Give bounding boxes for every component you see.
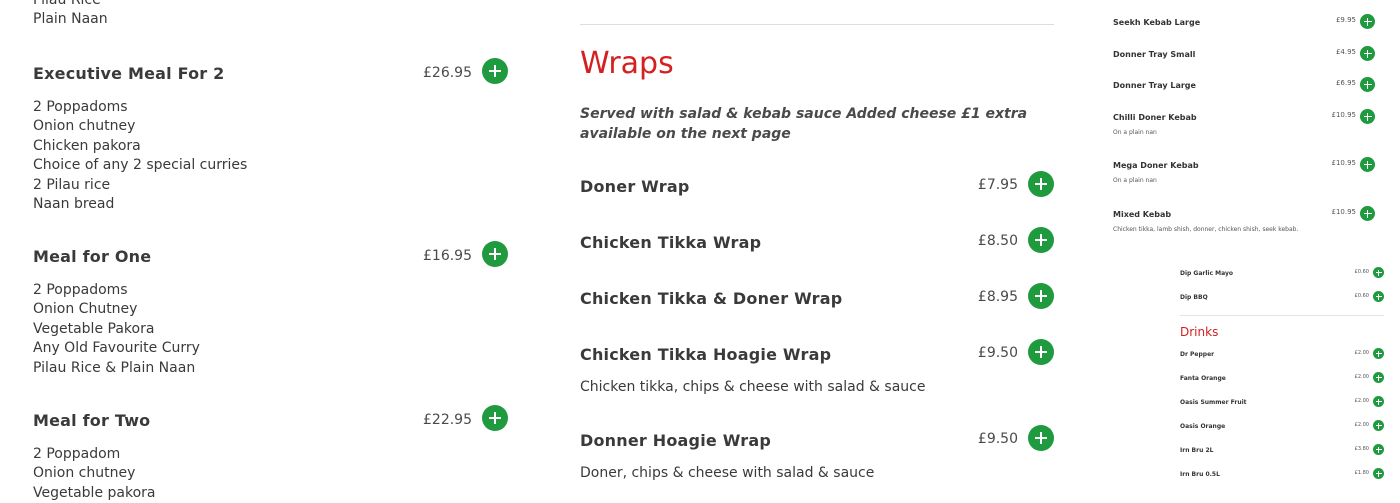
- description-line: Pilau Rice & Plain Naan: [33, 359, 196, 376]
- menu-item-title: Dip BBQ: [1180, 294, 1208, 301]
- menu-item-price: £0.60: [1354, 269, 1369, 275]
- menu-item-description: Chicken tikka, chips & cheese with salad…: [580, 379, 926, 395]
- menu-item-title: Chicken Tikka & Doner Wrap: [580, 289, 843, 308]
- drinks-preview-panel: Dip Garlic Mayo £0.60 Dip BBQ £0.60 Drin…: [1180, 0, 1384, 500]
- menu-item-title: Dr Pepper: [1180, 351, 1215, 358]
- menu-item-price: £8.50: [977, 233, 1018, 249]
- previous-item-line: Pilau Rice: [33, 0, 101, 8]
- add-to-basket-button[interactable]: [1028, 425, 1054, 451]
- menu-item-price: £2.00: [1354, 398, 1369, 404]
- menu-item-price: £26.95: [423, 65, 472, 81]
- menu-item-title: Irn Bru 0.5L: [1180, 471, 1220, 478]
- description-line: Onion chutney: [33, 118, 136, 135]
- menu-item-title: Chicken Tikka Hoagie Wrap: [580, 345, 832, 364]
- description-line: 2 Poppadom: [33, 446, 121, 462]
- menu-item-title: Dip Garlic Mayo: [1180, 270, 1233, 277]
- menu-item-description: Doner, chips & cheese with salad & sauce: [580, 465, 875, 481]
- section-title: Drinks: [1180, 325, 1219, 339]
- menu-item-price: £9.50: [977, 345, 1018, 361]
- add-to-basket-button[interactable]: [1028, 283, 1054, 309]
- menu-item-description: 2 Poppadoms Onion chutney Chicken pakora…: [33, 98, 247, 214]
- menu-item-title: Fanta Orange: [1180, 375, 1226, 382]
- menu-item-title: Meal for One: [33, 247, 152, 266]
- menu-item-description: 2 Poppadom Onion chutney Vegetable pakor…: [33, 445, 156, 503]
- add-to-basket-button[interactable]: [1373, 348, 1384, 359]
- menu-item-price: £1.80: [1354, 470, 1369, 476]
- add-to-basket-button[interactable]: [1028, 227, 1054, 253]
- section-description: Served with salad & kebab sauce Added ch…: [580, 106, 1028, 142]
- menu-item-price: £2.00: [1354, 350, 1369, 356]
- menu-item-price: £2.00: [1354, 422, 1369, 428]
- previous-item-line: Plain Naan: [33, 11, 108, 28]
- menu-item-title: Oasis Summer Fruit: [1180, 399, 1247, 406]
- menu-item-title: Oasis Orange: [1180, 423, 1226, 430]
- menu-item-description: On a plain nan: [1113, 177, 1157, 184]
- description-line: Chicken pakora: [33, 137, 141, 154]
- add-to-basket-button[interactable]: [482, 405, 508, 431]
- menu-item-title: Irn Bru 2L: [1180, 447, 1214, 454]
- menu-item-price: £2.00: [1354, 374, 1369, 380]
- add-to-basket-button[interactable]: [1373, 291, 1384, 302]
- menu-item-price: £9.50: [977, 431, 1018, 447]
- menu-item-price: £0.60: [1354, 293, 1369, 299]
- description-line: Onion chutney: [33, 465, 136, 482]
- add-to-basket-button[interactable]: [1028, 339, 1054, 365]
- description-line: 2 Pilau rice: [33, 176, 111, 193]
- menu-item-description: 2 Poppadoms Onion Chutney Vegetable Pako…: [33, 281, 200, 378]
- menu-item-title: Mixed Kebab: [1113, 210, 1172, 219]
- add-to-basket-button[interactable]: [1373, 420, 1384, 431]
- add-to-basket-button[interactable]: [482, 241, 508, 267]
- description-line: 2 Poppadoms: [33, 99, 128, 115]
- wraps-section: Wraps Served with salad & kebab sauce Ad…: [580, 0, 1056, 500]
- menu-item-price: £7.95: [977, 177, 1018, 193]
- add-to-basket-button[interactable]: [1373, 267, 1384, 278]
- description-line: Naan bread: [33, 195, 115, 212]
- add-to-basket-button[interactable]: [1373, 444, 1384, 455]
- description-line: Vegetable Pakora: [33, 320, 155, 337]
- previous-item-lines: Pilau Rice Plain Naan: [33, 0, 108, 30]
- menu-item-title: Chicken Tikka Wrap: [580, 233, 762, 252]
- description-line: 2 Poppadoms: [33, 282, 128, 298]
- menu-item-price: £8.95: [977, 289, 1018, 305]
- add-to-basket-button[interactable]: [482, 58, 508, 84]
- menu-item-price: £16.95: [423, 248, 472, 264]
- menu-item-title: Meal for Two: [33, 411, 151, 430]
- section-divider: [580, 24, 1054, 25]
- add-to-basket-button[interactable]: [1373, 372, 1384, 383]
- menu-item-title: Doner Wrap: [580, 177, 690, 196]
- add-to-basket-button[interactable]: [1373, 468, 1384, 479]
- menu-item-title: Executive Meal For 2: [33, 64, 225, 83]
- section-divider: [1180, 315, 1384, 316]
- description-line: Vegetable pakora: [33, 484, 156, 501]
- menu-item-price: £3.80: [1354, 446, 1369, 452]
- menu-item-description: On a plain nan: [1113, 129, 1157, 136]
- description-line: Choice of any 2 special curries: [33, 157, 248, 174]
- menu-item-title: Donner Hoagie Wrap: [580, 431, 772, 450]
- description-line: Any Old Favourite Curry: [33, 340, 200, 357]
- add-to-basket-button[interactable]: [1028, 171, 1054, 197]
- section-title: Wraps: [580, 46, 674, 81]
- menu-item-price: £22.95: [423, 412, 472, 428]
- add-to-basket-button[interactable]: [1373, 396, 1384, 407]
- description-line: Onion Chutney: [33, 301, 138, 318]
